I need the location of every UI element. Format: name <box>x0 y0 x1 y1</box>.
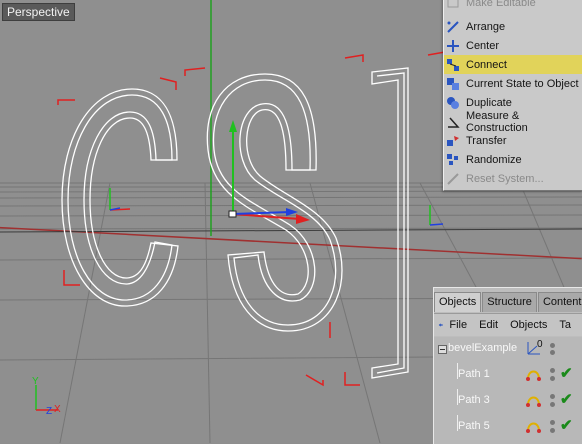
render-visibility-dot[interactable] <box>550 402 555 407</box>
menu-item-randomize[interactable]: Randomize <box>444 150 582 169</box>
menu-item-arrange[interactable]: Arrange <box>444 17 582 36</box>
menu-item-label: Reset System... <box>466 172 544 185</box>
spline-icon <box>526 422 541 433</box>
menu-item-label: Center <box>466 39 500 52</box>
arrange-icon <box>447 20 459 33</box>
menu-item-current-state-to-object[interactable]: Current State to Object <box>444 74 582 93</box>
menu-item-label: Make Editable <box>466 0 536 9</box>
menu-file[interactable]: File <box>449 319 467 331</box>
menu-item-label: Transfer <box>466 134 507 147</box>
tree-row-root[interactable]: bevelExample 0 <box>434 337 582 361</box>
render-visibility-dot[interactable] <box>550 428 555 433</box>
manager-tabs: Objects Structure Content <box>434 292 582 312</box>
tab-content[interactable]: Content <box>537 292 582 312</box>
editor-visibility-dot[interactable] <box>550 343 555 348</box>
menu-item-center[interactable]: Center <box>444 36 582 55</box>
tree-row-path-5[interactable]: Path 5 ✔ <box>434 415 582 439</box>
object-tree: bevelExample 0 Path 1 ✔ Path 3 ✔ Path 5 <box>434 337 582 444</box>
tree-item-label: Path 1 <box>458 368 490 380</box>
spline-icon <box>526 370 541 381</box>
render-visibility-dot[interactable] <box>550 376 555 381</box>
tree-item-label: Path 3 <box>458 394 490 406</box>
svg-text:X: X <box>54 404 61 415</box>
enabled-check-icon[interactable]: ✔ <box>560 390 573 408</box>
connect-icon <box>447 58 459 71</box>
collapse-icon[interactable] <box>438 345 447 354</box>
menu-item-label: Measure & Construction <box>466 109 528 134</box>
make-editable-icon <box>447 0 459 7</box>
center-icon <box>447 39 459 52</box>
tree-item-label: bevelExample <box>448 342 518 354</box>
measure-icon <box>448 117 460 128</box>
enabled-check-icon[interactable]: ✔ <box>560 416 573 434</box>
menu-item-label: Arrange <box>466 20 506 33</box>
transfer-icon <box>447 135 459 146</box>
editor-visibility-dot[interactable] <box>550 394 555 399</box>
menu-item-measure-construction[interactable]: Measure & Construction <box>444 109 582 134</box>
editor-visibility-dot[interactable] <box>550 368 555 373</box>
reset-system-icon <box>447 172 459 185</box>
tree-row-path-3[interactable]: Path 3 ✔ <box>434 389 582 413</box>
menu-item-connect[interactable]: Connect <box>444 55 582 74</box>
layer-badge: 0 <box>537 339 543 350</box>
current-state-icon <box>447 77 459 90</box>
svg-text:Z: Z <box>46 406 52 417</box>
menu-item-label: Connect <box>466 58 507 71</box>
menu-item-label: Randomize <box>466 153 522 166</box>
menu-edit[interactable]: Edit <box>479 319 498 331</box>
menu-item-make-editable[interactable]: Make Editable <box>444 0 582 12</box>
svg-text:Y: Y <box>32 376 39 387</box>
editor-visibility-dot[interactable] <box>550 420 555 425</box>
duplicate-icon <box>447 96 459 109</box>
render-visibility-dot[interactable] <box>550 350 555 355</box>
menu-item-label: Duplicate <box>466 96 512 109</box>
objects-manager: Objects Structure Content File Edit Obje… <box>433 287 582 444</box>
spline-icon <box>526 396 541 407</box>
menu-item-reset-system[interactable]: Reset System... <box>444 169 582 188</box>
randomize-icon <box>447 153 458 165</box>
enabled-check-icon[interactable]: ✔ <box>560 364 573 382</box>
menu-objects[interactable]: Objects <box>510 319 547 331</box>
navigate-arrow-icon[interactable] <box>438 318 443 332</box>
manager-menubar: File Edit Objects Ta <box>434 313 582 336</box>
tree-item-label: Path 5 <box>458 420 490 432</box>
menu-tags[interactable]: Ta <box>559 319 571 331</box>
tree-row-path-1[interactable]: Path 1 ✔ <box>434 363 582 387</box>
viewport-title[interactable]: Perspective <box>2 3 75 21</box>
menu-item-transfer[interactable]: Transfer <box>444 131 582 150</box>
tab-structure[interactable]: Structure <box>482 292 537 312</box>
tab-objects[interactable]: Objects <box>434 292 482 312</box>
context-menu: Make Editable Arrange Center Connect Cur… <box>443 0 582 191</box>
menu-item-label: Current State to Object <box>466 77 579 90</box>
